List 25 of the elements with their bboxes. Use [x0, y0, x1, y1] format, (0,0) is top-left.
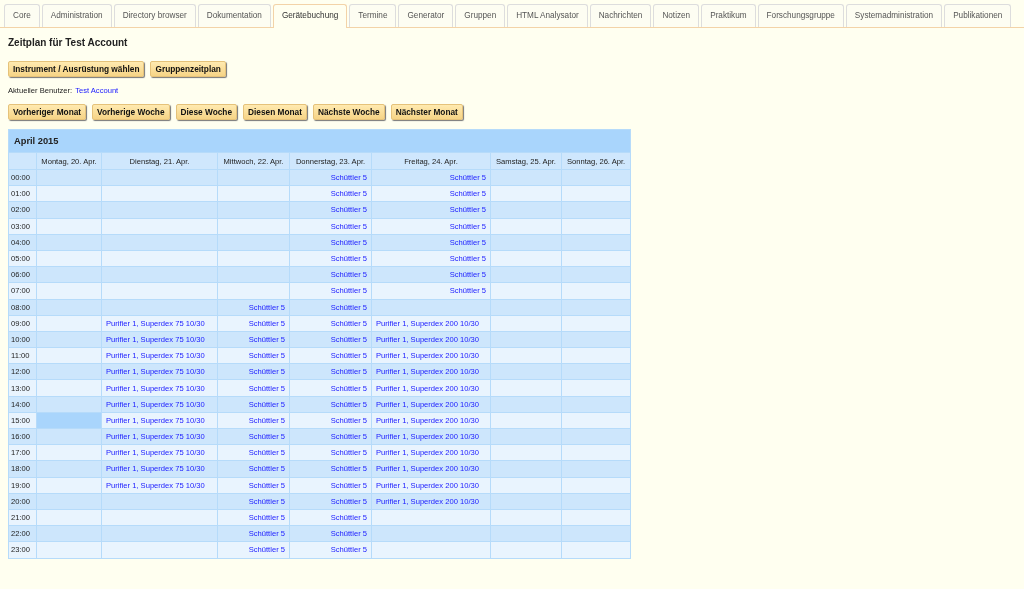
tab[interactable]: Administration	[41, 4, 112, 27]
navigation-button[interactable]: Diese Woche	[175, 104, 238, 120]
tab[interactable]: Praktikum	[701, 4, 756, 27]
navigation-button[interactable]: Vorherige Woche	[92, 104, 170, 120]
tab[interactable]: Termine	[349, 4, 397, 27]
action-button[interactable]: Instrument / Ausrüstung wählen	[8, 61, 145, 77]
navigation-button[interactable]: Diesen Monat	[243, 104, 307, 120]
month-header: April 2015	[9, 130, 631, 152]
tab[interactable]: Forschungsgruppe	[757, 4, 844, 27]
tab[interactable]: Dokumentation	[197, 4, 271, 27]
tab[interactable]: Systemadministration	[845, 4, 943, 27]
tab[interactable]: Gruppen	[455, 4, 506, 27]
tab[interactable]: HTML Analysator	[507, 4, 588, 27]
navigation-button[interactable]: Vorheriger Monat	[8, 104, 87, 120]
tab[interactable]: Directory browser	[113, 4, 196, 27]
action-button[interactable]: Gruppenzeitplan	[150, 61, 226, 77]
tab[interactable]: Notizen	[653, 4, 700, 27]
navigation-button[interactable]: Nächster Monat	[390, 104, 463, 120]
tab[interactable]: Nachrichten	[589, 4, 652, 27]
page-title: Zeitplan für Test Account	[8, 37, 129, 50]
tab[interactable]: Gerätebuchung	[272, 4, 348, 28]
navigation-button[interactable]: Nächste Woche	[313, 104, 385, 120]
tab[interactable]: Generator	[398, 4, 454, 27]
tab[interactable]: Publikationen	[944, 4, 1012, 27]
tab[interactable]: Core	[4, 4, 40, 27]
